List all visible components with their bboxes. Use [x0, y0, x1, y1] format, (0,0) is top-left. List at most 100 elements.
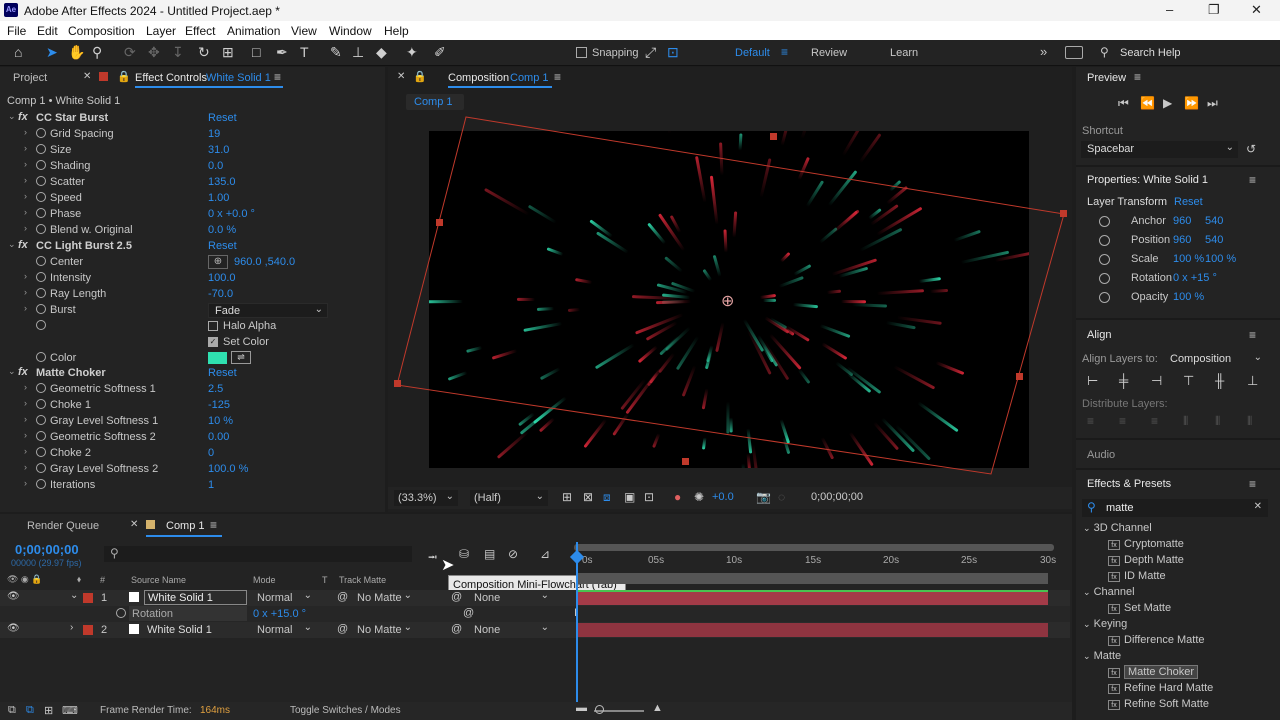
expand-icon[interactable]: › — [24, 191, 27, 201]
dolly-tool-icon[interactable]: ↧ — [172, 44, 184, 61]
type-tool-icon[interactable]: T — [300, 44, 309, 60]
time-navigator[interactable] — [576, 573, 1048, 584]
more-workspaces-icon[interactable]: » — [1040, 44, 1047, 59]
zoom-slider-handle[interactable] — [595, 705, 604, 714]
t-header[interactable]: T — [322, 575, 328, 585]
close-button[interactable]: ✕ — [1251, 2, 1262, 18]
prop-value[interactable]: 100.0 % — [208, 463, 248, 475]
prop-value-x[interactable]: 960 — [1173, 215, 1191, 227]
expression-pickwhip-icon[interactable]: @ — [463, 607, 474, 619]
minimize-button[interactable]: – — [1166, 2, 1173, 17]
reset-exposure-icon[interactable]: ✺ — [694, 490, 704, 504]
snapping-checkbox[interactable] — [576, 47, 587, 58]
maximize-button[interactable]: ❐ — [1208, 2, 1220, 18]
tab-composition-name[interactable]: Comp 1 — [510, 72, 549, 84]
prop-value[interactable]: 100 % — [1173, 291, 1204, 303]
prop-value[interactable]: 2.5 — [208, 383, 223, 395]
effect-cc-star-burst[interactable]: ⌄ fx CC Star Burst Reset — [0, 111, 385, 127]
menu-composition[interactable]: Composition — [68, 24, 135, 38]
crosshair-icon[interactable]: ⊕ — [208, 255, 228, 269]
stopwatch-icon[interactable] — [36, 352, 46, 362]
snapshot-icon[interactable]: 📷 — [756, 490, 771, 504]
stopwatch-icon[interactable] — [36, 383, 46, 393]
snap-features-icon[interactable]: ⊡ — [667, 44, 679, 61]
distribute-left-icon[interactable]: ⦀ — [1183, 414, 1188, 429]
source-name-header[interactable]: Source Name — [131, 575, 186, 585]
align-top-icon[interactable]: ⊤ — [1183, 373, 1194, 389]
rotate-tool-icon[interactable]: ↻ — [198, 44, 210, 61]
stopwatch-icon[interactable] — [1099, 254, 1110, 265]
playhead[interactable] — [576, 542, 578, 702]
parent-dropdown[interactable]: None ⌄ — [471, 590, 551, 605]
align-vertical-center-icon[interactable]: ╫ — [1215, 373, 1224, 388]
expand-icon[interactable]: › — [70, 622, 73, 633]
prop-value[interactable]: 0 x +15 ° — [1173, 272, 1217, 284]
prop-value-y[interactable]: 100 % — [1205, 253, 1236, 265]
anchor-tool-icon[interactable]: ⊞ — [222, 44, 234, 61]
menu-help[interactable]: Help — [384, 24, 409, 38]
parent-dropdown[interactable]: None ⌄ — [471, 622, 551, 637]
expand-icon[interactable]: › — [24, 462, 27, 472]
tab-project[interactable]: Project — [13, 72, 47, 84]
fx-icon[interactable]: fx — [18, 366, 28, 378]
prop-value[interactable]: 0.00 — [208, 431, 229, 443]
brush-tool-icon[interactable]: ✎ — [330, 44, 342, 61]
roto-brush-icon[interactable]: ✦ — [406, 44, 418, 61]
layer-row[interactable]: 👁 ⌄ 1 White Solid 1 Normal ⌄ @ No Matte ⌄ … — [0, 590, 1070, 606]
prop-value[interactable]: 0.0 % — [208, 224, 236, 236]
layer-duration-bar[interactable] — [578, 623, 1048, 637]
prop-value[interactable]: 0.0 — [208, 160, 223, 172]
stopwatch-icon[interactable] — [36, 288, 46, 298]
align-right-icon[interactable]: ⊣ — [1151, 373, 1162, 389]
work-area-bar[interactable] — [574, 544, 1054, 551]
stopwatch-icon[interactable] — [36, 272, 46, 282]
eraser-tool-icon[interactable]: ◆ — [376, 44, 387, 61]
effect-item[interactable]: fx ID Matte — [1108, 570, 1166, 582]
fast-previews-icon[interactable]: ⊞ — [562, 490, 572, 504]
prop-value-y[interactable]: 540 — [1205, 234, 1223, 246]
stopwatch-icon[interactable] — [36, 256, 46, 266]
stopwatch-icon[interactable] — [1099, 216, 1110, 227]
prop-value[interactable]: 31.0 — [208, 144, 229, 156]
zoom-dropdown[interactable]: (33.3%) ⌄ — [394, 490, 458, 506]
distribute-bottom-icon[interactable]: ≡ — [1151, 414, 1158, 428]
track-matte-header[interactable]: Track Matte — [339, 575, 386, 585]
shortcut-dropdown[interactable]: Spacebar ⌄ — [1081, 141, 1238, 158]
collapse-icon[interactable]: ⌄ — [70, 590, 78, 601]
stopwatch-icon[interactable] — [1099, 273, 1110, 284]
draft-3d-icon[interactable]: ⛁ — [459, 547, 469, 561]
panel-toggle-icon[interactable] — [1065, 46, 1083, 59]
snap-edges-icon[interactable]: ⤢ — [645, 44, 656, 61]
color-swatch[interactable] — [208, 352, 227, 364]
zoom-tool-icon[interactable]: ⚲ — [92, 44, 102, 61]
stopwatch-icon[interactable] — [36, 415, 46, 425]
disclosure-icon[interactable]: ⌄ — [8, 111, 16, 122]
blend-mode-dropdown[interactable]: Normal ⌄ — [254, 622, 314, 637]
timeline-timecode[interactable]: 0;00;00;00 — [15, 542, 79, 557]
expand-icon[interactable]: › — [24, 175, 27, 185]
stopwatch-icon[interactable] — [36, 224, 46, 234]
menu-file[interactable]: File — [7, 24, 26, 38]
expand-icon[interactable]: › — [24, 430, 27, 440]
layer-label-color[interactable] — [83, 593, 93, 603]
effect-item[interactable]: fx Cryptomatte — [1108, 538, 1184, 550]
expand-icon[interactable]: › — [24, 127, 27, 137]
puppet-tool-icon[interactable]: ✐ — [434, 44, 446, 61]
effect-cc-light-burst[interactable]: ⌄ fx CC Light Burst 2.5 Reset — [0, 239, 385, 255]
search-help-button[interactable]: Search Help — [1120, 47, 1181, 59]
stopwatch-icon[interactable] — [36, 463, 46, 473]
prop-value[interactable]: -125 — [208, 399, 230, 411]
timeline-search-input[interactable]: ⚲ — [104, 546, 412, 562]
transfer-controls-icon[interactable]: ⌨ — [62, 704, 78, 717]
workspace-learn[interactable]: Learn — [890, 47, 918, 59]
align-horizontal-center-icon[interactable]: ╪ — [1119, 373, 1128, 388]
effect-item[interactable]: fx Set Matte — [1108, 602, 1171, 614]
zoom-in-icon[interactable]: ▲ — [652, 702, 663, 714]
home-icon[interactable]: ⌂ — [14, 44, 22, 60]
menu-window[interactable]: Window — [329, 24, 372, 38]
prop-value[interactable]: 0 — [208, 447, 214, 459]
pickwhip-icon[interactable]: @ — [337, 591, 348, 603]
prop-value[interactable]: 135.0 — [208, 176, 236, 188]
selection-tool-icon[interactable]: ➤ — [46, 44, 58, 61]
stopwatch-icon[interactable] — [36, 479, 46, 489]
